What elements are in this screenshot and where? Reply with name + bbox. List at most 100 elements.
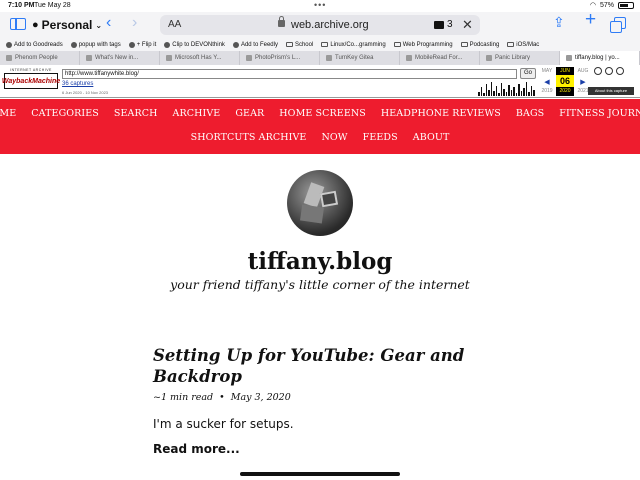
battery-icon [618,1,634,9]
nav-link-home-screens[interactable]: HOME SCREENS [272,108,374,119]
bookmark-item[interactable]: + Flip it [128,41,156,48]
bookmark-folder[interactable]: Linux/Co...gramming [321,41,386,48]
nav-link-home[interactable]: HOME [0,108,24,119]
wayback-captures-link[interactable]: 36 captures [62,81,93,87]
share-wayback-icon[interactable] [616,67,624,75]
tab-overview-icon[interactable] [610,17,626,33]
extension-count: 3 [447,19,453,30]
about-capture-toggle[interactable]: About this capture [588,87,634,95]
sidebar-icon[interactable] [10,18,26,30]
calendar-year: 2019 [541,88,553,94]
browser-tab[interactable]: What's New in... [80,51,160,65]
home-indicator[interactable] [240,472,400,476]
back-icon[interactable]: ‹ [106,15,111,31]
nav-row-1: HOME CATEGORIES SEARCH ARCHIVE GEAR HOME… [0,108,640,119]
post-meta: ~1 min read • May 3, 2020 [153,392,291,403]
tab-label: What's New in... [95,55,139,61]
post-title[interactable]: Setting Up for YouTube: Gear and Backdro… [153,345,473,387]
favicon-icon [6,55,12,61]
browser-tab[interactable]: Microsoft Has Y... [160,51,240,65]
calendar-month: JUN [560,68,570,74]
wayback-logo[interactable]: INTERNET ARCHIVE WaybackMachine [2,68,60,95]
browser-tab[interactable]: Panic Library [480,51,560,65]
calendar-year: 2020 [559,88,571,94]
url-text[interactable]: web.archive.org [291,19,369,31]
nav-link-fitness-journey[interactable]: FITNESS JOURNEY [552,108,640,119]
next-arrow-icon[interactable]: ▶ [580,79,585,86]
read-more-link[interactable]: Read more... [153,442,240,456]
status-bar: 7:10 PM Tue May 28 ••• ◠ 57% [0,0,640,12]
nav-link-shortcuts-archive[interactable]: SHORTCUTS ARCHIVE [183,132,314,143]
nav-link-search[interactable]: SEARCH [106,108,165,119]
extensions-button[interactable]: 3 [434,19,453,30]
wayback-prev-col[interactable]: MAY ◀ 2019 [538,67,556,96]
wayback-url-input[interactable]: http://www.tiffanywhite.blog/ [62,69,517,79]
nav-link-feeds[interactable]: FEEDS [355,132,405,143]
favicon-icon [86,55,92,61]
bookmark-item[interactable]: Add to Feedly [232,41,278,48]
bookmark-folder[interactable]: Podcasting [460,41,500,48]
folder-icon [507,42,515,47]
nav-link-categories[interactable]: CATEGORIES [24,108,107,119]
bookmark-label: popup with tags [78,41,121,48]
close-wayback-icon[interactable] [605,67,613,75]
tab-label: PhotoPrism's L... [255,55,301,61]
bookmark-icon [164,41,171,48]
close-icon[interactable]: ✕ [462,17,473,33]
wayback-actions: About this capture [588,67,638,96]
site-navigation: HOME CATEGORIES SEARCH ARCHIVE GEAR HOME… [0,99,640,154]
wayback-toolbar: INTERNET ARCHIVE WaybackMachine http://w… [0,65,640,98]
nav-link-gear[interactable]: GEAR [228,108,272,119]
nav-link-bags[interactable]: BAGS [508,108,551,119]
browser-tab-active[interactable]: tiffany.blog | yo... [560,51,640,65]
address-bar[interactable]: AA web.archive.org 3 ✕ [160,15,480,35]
share-icon[interactable]: ⇪ [553,15,565,29]
status-time: 7:10 PM [8,2,35,9]
bookmark-label: iOS/Mac [516,41,540,48]
browser-tab[interactable]: MobileRead For... [400,51,480,65]
browser-toolbar: ● Personal ⌄ ‹ › AA web.archive.org 3 ✕ … [0,10,640,38]
calendar-month: MAY [541,68,553,74]
status-date: Tue May 28 [34,2,71,9]
chevron-down-icon: ⌄ [95,20,103,30]
tab-label: TurnKey Gitea [335,55,374,61]
browser-tab[interactable]: Phenom People [0,51,80,65]
wayback-sparkline[interactable] [478,80,536,96]
calendar-day: 06 [556,75,574,87]
bookmark-label: Linux/Co...gramming [330,41,386,48]
multitasking-dots[interactable]: ••• [314,0,326,10]
tab-label: Microsoft Has Y... [175,55,222,61]
bookmark-item[interactable]: Clip to DEVONthink [164,41,225,48]
bookmark-folder[interactable]: iOS/Mac [507,42,539,48]
lock-icon [278,16,285,27]
bookmark-folder[interactable]: Web Programming [393,42,453,48]
profile-button[interactable]: ● Personal ⌄ [32,18,102,32]
bookmark-item[interactable]: popup with tags [70,41,121,48]
post-meta-separator: • [219,392,225,403]
wayback-logo-top: INTERNET ARCHIVE [10,68,52,72]
help-icon[interactable] [594,67,602,75]
bookmark-label: Podcasting [469,41,500,48]
bookmark-icon [6,41,12,48]
prev-arrow-icon[interactable]: ◀ [544,79,549,86]
nav-link-about[interactable]: ABOUT [405,132,457,143]
site-title[interactable]: tiffany.blog [0,248,640,275]
nav-link-headphone-reviews[interactable]: HEADPHONE REVIEWS [373,108,508,119]
folder-icon [321,42,329,47]
wayback-go-button[interactable]: Go [520,68,536,79]
browser-tab[interactable]: TurnKey Gitea [320,51,400,65]
forward-icon[interactable]: › [132,15,137,31]
browser-tab[interactable]: PhotoPrism's L... [240,51,320,65]
nav-link-archive[interactable]: ARCHIVE [165,108,228,119]
site-avatar [287,170,353,236]
calendar-month: AUG [577,68,589,74]
post-excerpt: I'm a sucker for setups. [153,417,294,431]
text-size-button[interactable]: AA [168,19,181,30]
battery-percent: 57% [599,1,614,9]
bookmark-folder[interactable]: School [285,41,314,48]
bookmark-label: School [294,41,314,48]
new-tab-icon[interactable]: + [585,10,596,29]
bookmark-item[interactable]: Add to Goodreads [6,41,63,48]
nav-link-now[interactable]: NOW [314,132,355,143]
favicon-icon [486,55,492,61]
